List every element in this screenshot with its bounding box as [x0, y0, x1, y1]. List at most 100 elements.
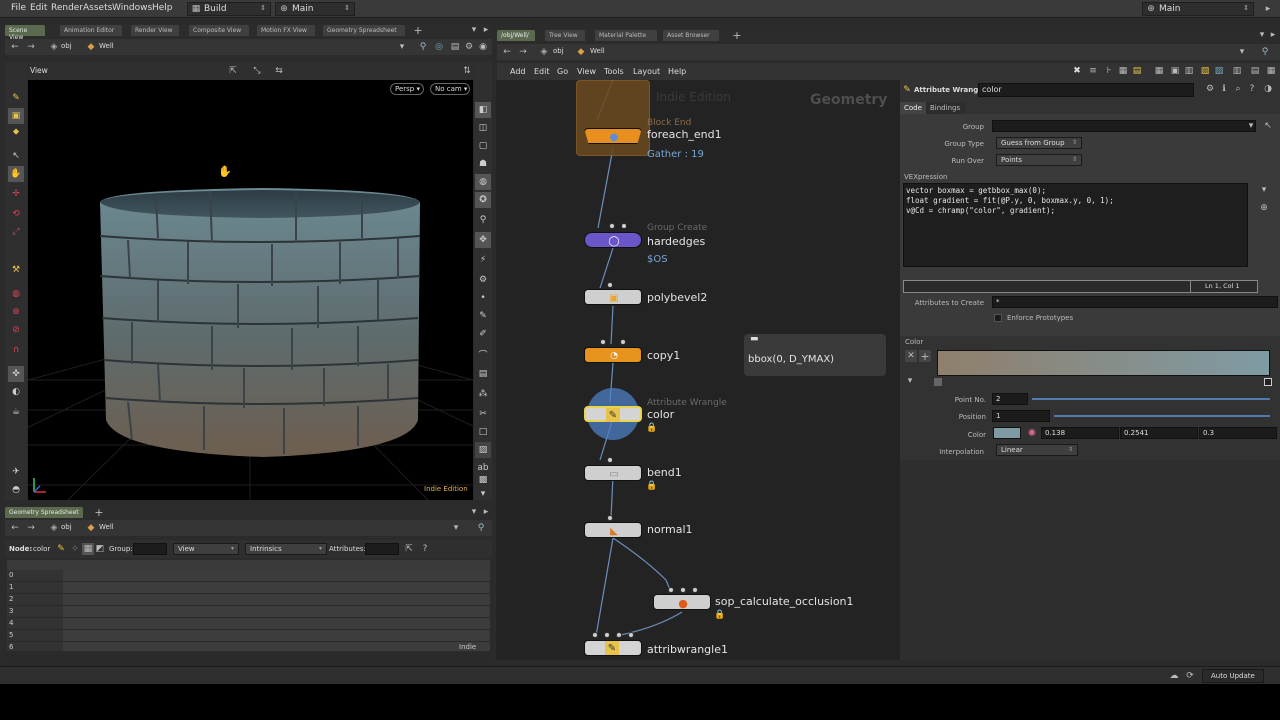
- help-icon[interactable]: ?: [419, 543, 431, 555]
- tab-bindings[interactable]: Bindings: [926, 102, 966, 114]
- snap-icon[interactable]: ✜: [8, 366, 24, 382]
- menu-assets[interactable]: Assets: [83, 3, 112, 13]
- image-icon[interactable]: ▨: [1213, 65, 1225, 77]
- vertex-mode-icon[interactable]: ▦: [82, 543, 94, 555]
- update-mode-icon[interactable]: ⟳: [1184, 670, 1196, 682]
- ghost-icon[interactable]: ☗: [475, 156, 491, 172]
- scale-icon[interactable]: ⤢: [8, 224, 24, 240]
- sticky-note[interactable]: ▬ bbox(0, D_YMAX): [744, 334, 886, 376]
- path-obj[interactable]: obj: [61, 42, 72, 50]
- move-icon[interactable]: ✢: [8, 186, 24, 202]
- add-tab-icon[interactable]: +: [412, 24, 424, 37]
- color-ramp[interactable]: [937, 350, 1270, 376]
- input-connector[interactable]: [668, 587, 674, 593]
- search-icon[interactable]: ⌕: [1232, 83, 1244, 95]
- intrinsics-dropdown[interactable]: Intrinsics ▾: [245, 543, 327, 555]
- net-menu-layout[interactable]: Layout: [633, 67, 660, 76]
- menu-edit[interactable]: Edit: [30, 3, 47, 13]
- input-connector[interactable]: [620, 339, 626, 345]
- collapse-icon[interactable]: ▾: [475, 486, 491, 502]
- occlusion-name[interactable]: sop_calculate_occlusion1: [715, 595, 854, 608]
- handle-icon[interactable]: ⚒: [8, 262, 24, 278]
- group-name[interactable]: hardedges: [647, 235, 705, 248]
- table-row[interactable]: 1: [7, 582, 490, 594]
- group-dropdown-icon[interactable]: ▾: [1246, 120, 1256, 132]
- tab-code[interactable]: Code: [900, 102, 926, 114]
- group-create-node[interactable]: ◯: [584, 232, 642, 248]
- copy-name[interactable]: copy1: [647, 349, 680, 362]
- path-well[interactable]: Well: [590, 47, 605, 55]
- layout-grid-icon[interactable]: ▤: [1131, 65, 1143, 77]
- camera-icon[interactable]: ◐: [8, 384, 24, 400]
- group-type-dropdown[interactable]: Guess from Group ⇕: [996, 137, 1082, 149]
- network-grid-icon[interactable]: ▦: [1153, 65, 1165, 77]
- polybevel-name[interactable]: polybevel2: [647, 291, 707, 304]
- attributes-filter-input[interactable]: [365, 543, 399, 555]
- input-connector[interactable]: [628, 632, 634, 638]
- grid-icon[interactable]: ▦: [1117, 65, 1129, 77]
- input-connector[interactable]: [616, 632, 622, 638]
- path-dropdown-icon[interactable]: ▾: [397, 41, 407, 53]
- rotate-icon[interactable]: ⟲: [8, 206, 24, 222]
- path-dropdown-icon[interactable]: ▾: [1237, 46, 1247, 58]
- path-well[interactable]: Well: [99, 523, 114, 531]
- transform-mode-icon[interactable]: ⤡: [250, 65, 264, 77]
- path-dropdown-icon[interactable]: ▾: [451, 522, 461, 534]
- viewport[interactable]: ✋ Persp ▾ No cam ▾ Indie Edition: [28, 80, 473, 500]
- snap-grid-icon[interactable]: ⚙: [475, 272, 491, 288]
- persp-menu[interactable]: Persp ▾: [390, 83, 424, 95]
- input-connector[interactable]: [692, 587, 698, 593]
- net-menu-tools[interactable]: Tools: [604, 67, 624, 76]
- foreach-end-node[interactable]: ●: [584, 128, 642, 144]
- add-key-icon[interactable]: +: [919, 350, 931, 363]
- forward-arrow-icon[interactable]: →: [25, 522, 37, 534]
- color-r-field[interactable]: 0.138: [1041, 427, 1119, 439]
- tab-animation-editor[interactable]: Animation Editor: [60, 25, 122, 36]
- cloud-icon[interactable]: ☁: [1168, 670, 1180, 682]
- net-menu-edit[interactable]: Edit: [534, 67, 550, 76]
- attr-create-field[interactable]: *: [992, 296, 1278, 308]
- filter-icon[interactable]: ⇱: [403, 543, 415, 555]
- hint-icon[interactable]: ◑: [1262, 83, 1274, 95]
- view-dropdown[interactable]: View ▾: [173, 543, 239, 555]
- net-menu-view[interactable]: View: [577, 67, 596, 76]
- menu-windows[interactable]: Windows: [112, 3, 152, 13]
- remove-key-icon[interactable]: ✕: [905, 350, 917, 362]
- handle-mode-icon[interactable]: ⇆: [272, 65, 286, 77]
- tab-material-palette[interactable]: Material Palette: [595, 30, 657, 41]
- color-wheel-icon[interactable]: ✺: [1026, 427, 1038, 439]
- position-slider[interactable]: [1054, 415, 1270, 417]
- scatter-icon[interactable]: ⁂: [475, 386, 491, 402]
- attribwrangle-name[interactable]: attribwrangle1: [647, 643, 728, 656]
- tab-geometry-spreadsheet-bottom[interactable]: Geometry Spreadsheet: [5, 507, 83, 518]
- ramp-expand-icon[interactable]: ▾: [905, 376, 915, 386]
- group-param-field[interactable]: [992, 120, 1256, 132]
- path-obj[interactable]: obj: [61, 523, 72, 531]
- forward-arrow-icon[interactable]: →: [25, 41, 37, 53]
- back-arrow-icon[interactable]: ←: [9, 522, 21, 534]
- table-icon[interactable]: ▥: [1183, 65, 1195, 77]
- interpolation-dropdown[interactable]: Linear ⇕: [996, 444, 1078, 456]
- copy-node[interactable]: ◔: [584, 347, 642, 363]
- settings-icon[interactable]: ⚙: [463, 41, 475, 53]
- forward-arrow-icon[interactable]: →: [517, 46, 529, 58]
- tab-geometry-spreadsheet[interactable]: Geometry Spreadsheet: [323, 25, 405, 36]
- ramp-key-start[interactable]: [934, 378, 942, 386]
- pin-icon[interactable]: ⚲: [475, 522, 487, 534]
- back-arrow-icon[interactable]: ←: [9, 41, 21, 53]
- paint-icon[interactable]: ✎: [8, 90, 24, 106]
- lock-camera-icon[interactable]: ▢: [475, 138, 491, 154]
- normal-name[interactable]: normal1: [647, 523, 693, 536]
- menu-help[interactable]: Help: [152, 3, 173, 13]
- camera-menu[interactable]: No cam ▾: [430, 83, 470, 95]
- bend-node[interactable]: ▭: [584, 465, 642, 481]
- color-b-field[interactable]: 0.3: [1199, 427, 1277, 439]
- render-region-icon[interactable]: ✈: [8, 464, 24, 480]
- bezier-icon[interactable]: ⌒: [475, 346, 491, 362]
- tab-render-view[interactable]: Render View: [131, 25, 179, 36]
- network-editor[interactable]: Indie Edition Geometry Block End ● forea…: [496, 80, 900, 660]
- shading-icon[interactable]: ◍: [475, 174, 491, 190]
- tab-tree-view[interactable]: Tree View: [545, 30, 585, 41]
- arrow-icon[interactable]: ↖: [8, 148, 24, 164]
- pane-menu-icon[interactable]: ▾: [469, 506, 479, 518]
